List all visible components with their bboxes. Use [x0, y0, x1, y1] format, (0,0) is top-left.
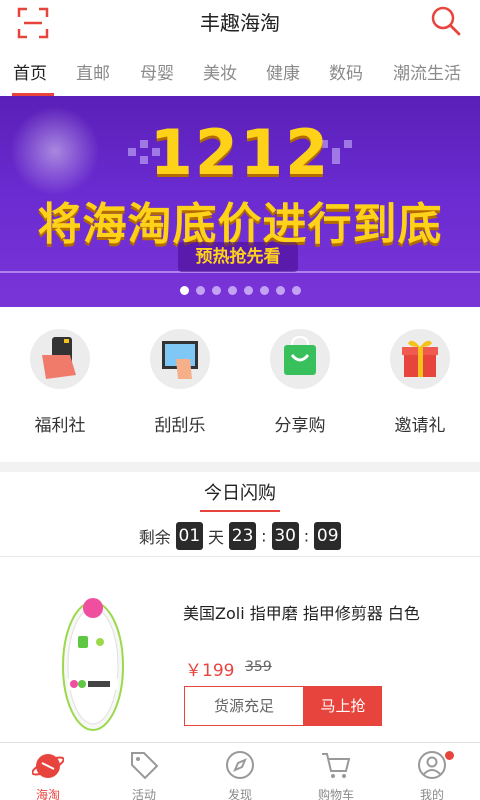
tab-direct-mail[interactable]: 直邮 — [76, 59, 110, 84]
countdown-prefix: 剩余 — [138, 528, 171, 547]
tab-beauty[interactable]: 美妆 — [203, 59, 237, 84]
shortcut-label: 邀请礼 — [394, 416, 446, 436]
shortcut-label: 分享购 — [274, 416, 326, 436]
countdown-minutes: 30 — [271, 522, 299, 550]
product-price: ￥199 — [185, 661, 235, 681]
tab-home[interactable]: 首页 — [13, 59, 47, 84]
divider — [0, 556, 480, 557]
nav-label: 发现 — [227, 788, 252, 800]
product-name[interactable]: 美国Zoli 指甲磨 指甲修剪器 白色 — [183, 600, 420, 624]
pagination-dot[interactable] — [244, 286, 253, 295]
search-icon[interactable] — [430, 5, 462, 37]
countdown-separator: : — [261, 526, 267, 546]
shortcut-welfare[interactable]: 福利社 — [0, 329, 120, 436]
shortcut-grid: 福利社 刮刮乐 分享购 邀请礼 — [0, 307, 480, 462]
notification-badge — [445, 751, 454, 760]
cart-icon — [322, 753, 351, 778]
flash-sale-title-underline — [200, 510, 280, 512]
tag-icon — [131, 752, 159, 780]
nav-discover[interactable]: 发现 — [210, 749, 270, 800]
product-image[interactable] — [58, 586, 128, 734]
nav-label: 活动 — [131, 788, 156, 800]
pagination-dot[interactable] — [276, 286, 285, 295]
countdown-separator: : — [303, 526, 310, 546]
product-original-price: 359 — [245, 659, 272, 675]
share-bag-icon — [270, 329, 330, 389]
countdown-day-unit: 天 — [207, 528, 224, 547]
shortcut-invite[interactable]: 邀请礼 — [360, 329, 480, 436]
pagination-dot[interactable] — [228, 286, 237, 295]
nav-label: 我的 — [419, 788, 444, 800]
pagination-dot[interactable] — [196, 286, 205, 295]
welfare-icon — [30, 329, 90, 389]
tab-digital[interactable]: 数码 — [329, 59, 363, 84]
tab-trend-life[interactable]: 潮流生活 — [393, 59, 461, 84]
category-tabs: 首页 直邮 母婴 美妆 健康 数码 潮流生活 — [0, 48, 480, 96]
buy-now-button[interactable]: 马上抢 — [304, 686, 382, 726]
banner-subtitle: 预热抢先看 — [178, 242, 298, 272]
user-icon — [418, 751, 446, 779]
pagination-dot[interactable] — [292, 286, 301, 295]
countdown-timer: 剩余 01 天 23 : 30 : 09 — [0, 522, 480, 550]
countdown-days: 01 — [175, 522, 203, 550]
nav-cart[interactable]: 购物车 — [306, 749, 366, 800]
shortcut-label: 刮刮乐 — [154, 416, 206, 436]
tab-health[interactable]: 健康 — [266, 59, 300, 84]
product-card[interactable]: 美国Zoli 指甲磨 指甲修剪器 白色 ￥199 359 货源充足 马上抢 — [0, 568, 480, 748]
scratch-card-icon — [150, 329, 210, 389]
compass-icon — [226, 751, 254, 779]
tab-baby[interactable]: 母婴 — [140, 59, 174, 84]
shortcut-scratch[interactable]: 刮刮乐 — [120, 329, 240, 436]
countdown-seconds: 09 — [314, 522, 342, 550]
nav-label: 购物车 — [317, 788, 354, 800]
pagination-dot[interactable] — [180, 286, 189, 295]
gift-icon — [390, 329, 450, 389]
shortcut-share[interactable]: 分享购 — [240, 329, 360, 436]
shortcut-label: 福利社 — [34, 416, 86, 436]
pagination-dot[interactable] — [260, 286, 269, 295]
pagination-dot[interactable] — [212, 286, 221, 295]
nav-mine[interactable]: 我的 — [402, 749, 462, 800]
nav-activity[interactable]: 活动 — [114, 749, 174, 800]
page-title: 丰趣海淘 — [200, 11, 280, 35]
banner-headline: 1212 — [149, 116, 331, 189]
nav-label: 海淘 — [35, 788, 60, 800]
planet-icon — [32, 754, 64, 778]
nav-haitao[interactable]: 海淘 — [18, 749, 78, 800]
stock-status: 货源充足 — [184, 686, 304, 726]
top-bar: 丰趣海淘 — [0, 0, 480, 48]
flash-sale-title: 今日闪购 — [204, 483, 276, 504]
banner-pagination — [180, 286, 301, 296]
promo-banner[interactable]: 1212 将海淘底价进行到底 预热抢先看 — [0, 96, 480, 307]
countdown-hours: 23 — [229, 522, 257, 550]
bottom-nav: 海淘 活动 发现 购物车 我的 — [0, 742, 480, 800]
flash-sale-section: 今日闪购 剩余 01 天 23 : 30 : 09 美国Zoli 指甲磨 指甲修… — [0, 462, 480, 742]
